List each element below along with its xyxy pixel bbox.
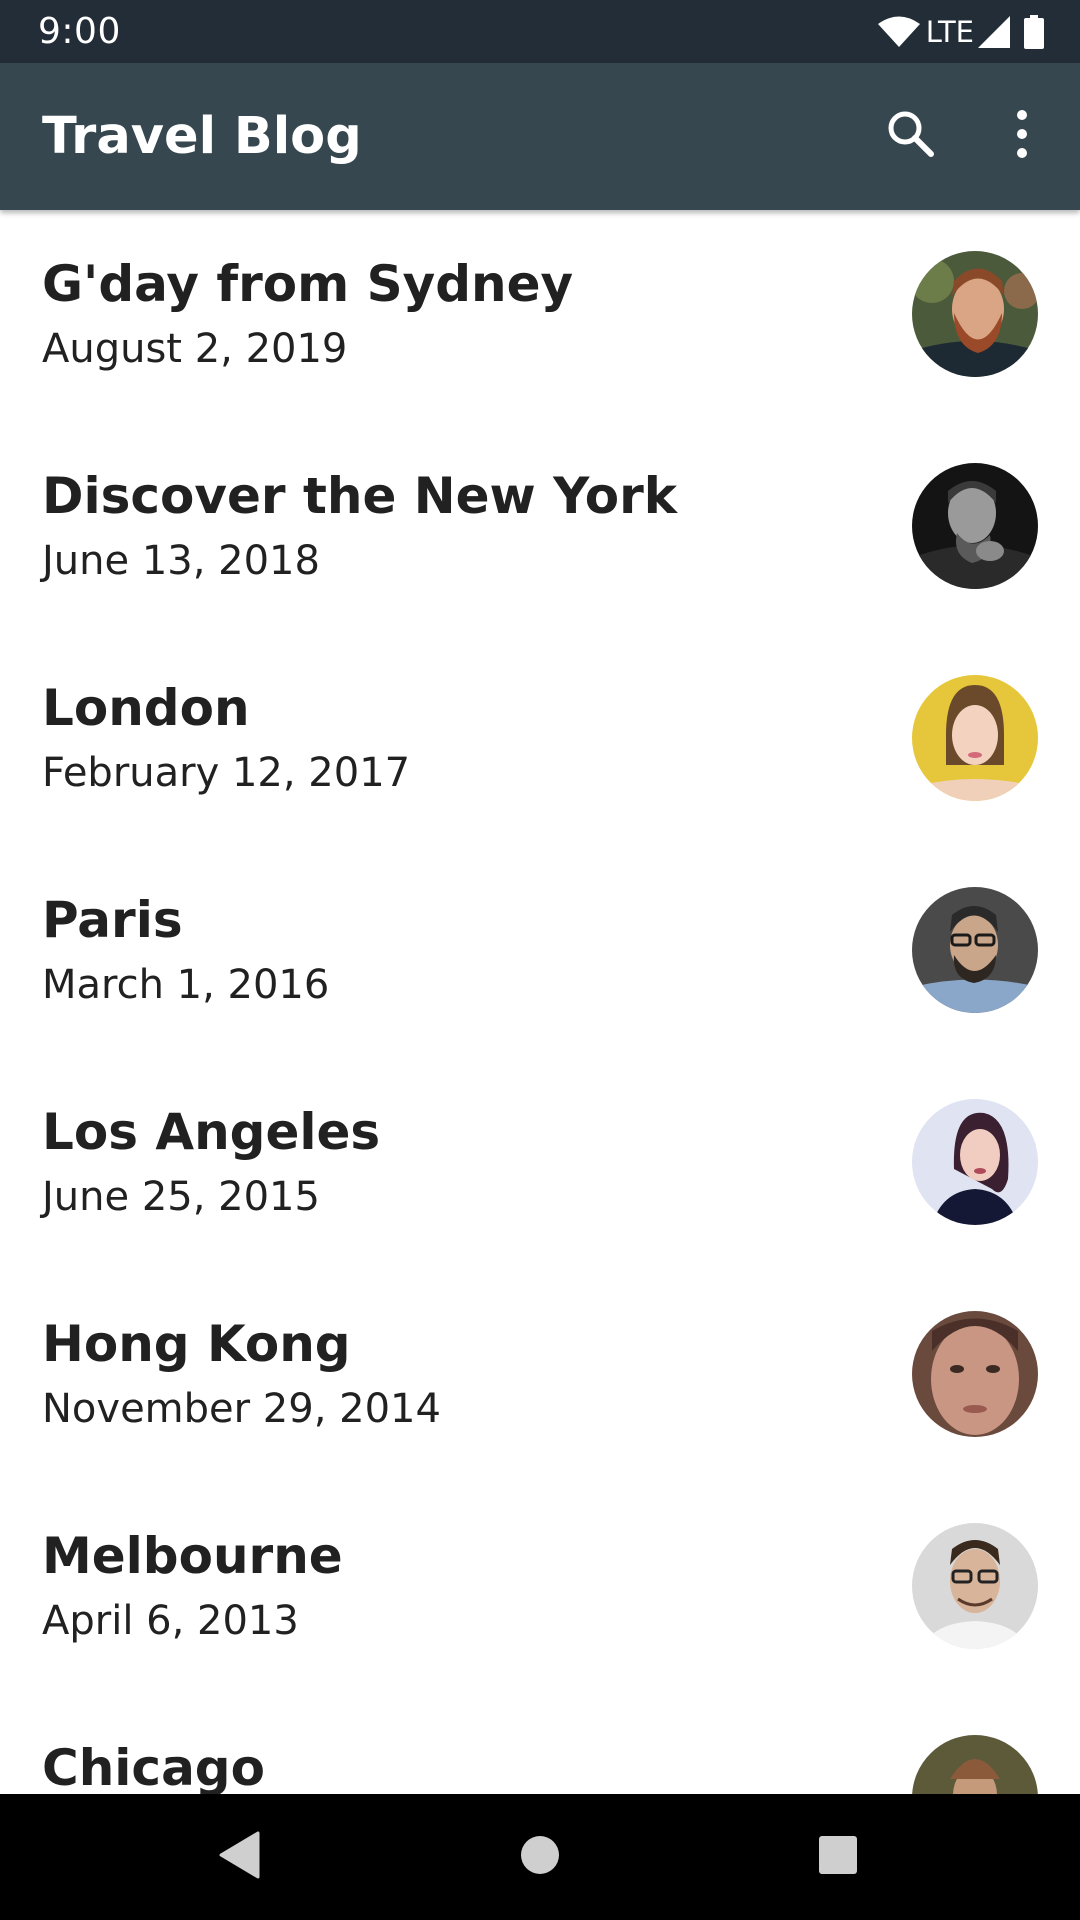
man-glasses-smiling-avatar bbox=[912, 1523, 1038, 1649]
post-date: November 29, 2014 bbox=[42, 1386, 441, 1432]
man-beanie-outdoor-avatar bbox=[912, 1735, 1038, 1794]
man-black-and-white-avatar bbox=[912, 463, 1038, 589]
post-date: February 12, 2017 bbox=[42, 750, 411, 796]
post-title: Paris bbox=[42, 891, 183, 949]
young-man-closeup-avatar bbox=[912, 1311, 1038, 1437]
post-title: Chicago bbox=[42, 1739, 265, 1794]
post-date: April 6, 2013 bbox=[42, 1598, 299, 1644]
cellular-signal-icon bbox=[978, 16, 1010, 48]
list-item[interactable]: Paris March 1, 2016 bbox=[0, 846, 1080, 1058]
man-glasses-beard-avatar bbox=[912, 887, 1038, 1013]
post-date: June 25, 2015 bbox=[42, 1174, 320, 1220]
post-title: London bbox=[42, 679, 250, 737]
post-title: Melbourne bbox=[42, 1527, 343, 1585]
back-button[interactable] bbox=[204, 1822, 274, 1892]
recents-button[interactable] bbox=[803, 1822, 873, 1892]
status-bar: 9:00 LTE bbox=[0, 0, 1080, 63]
list-item[interactable]: London February 12, 2017 bbox=[0, 634, 1080, 846]
page-title: Travel Blog bbox=[42, 107, 362, 166]
post-title: Los Angeles bbox=[42, 1103, 381, 1161]
list-item[interactable]: Chicago bbox=[0, 1694, 1080, 1794]
post-title: Hong Kong bbox=[42, 1315, 351, 1373]
wifi-icon bbox=[877, 16, 920, 48]
status-time: 9:00 bbox=[38, 11, 121, 52]
status-icons: LTE bbox=[877, 12, 1044, 52]
list-item[interactable]: Melbourne April 6, 2013 bbox=[0, 1482, 1080, 1694]
search-icon bbox=[885, 108, 937, 165]
app-bar: Travel Blog bbox=[0, 63, 1080, 210]
list-item[interactable]: Hong Kong November 29, 2014 bbox=[0, 1270, 1080, 1482]
list-item[interactable]: Discover the New York June 13, 2018 bbox=[0, 422, 1080, 634]
more-options-button[interactable] bbox=[986, 100, 1058, 172]
battery-icon bbox=[1024, 15, 1044, 49]
post-list[interactable]: G'day from Sydney August 2, 2019 Discove… bbox=[0, 210, 1080, 1794]
post-title: Discover the New York bbox=[42, 467, 678, 525]
search-button[interactable] bbox=[875, 100, 947, 172]
post-date: March 1, 2016 bbox=[42, 962, 330, 1008]
list-item[interactable]: G'day from Sydney August 2, 2019 bbox=[0, 210, 1080, 422]
recents-icon bbox=[818, 1835, 858, 1880]
woman-yellow-background-avatar bbox=[912, 675, 1038, 801]
post-title: G'day from Sydney bbox=[42, 255, 574, 313]
post-date: June 13, 2018 bbox=[42, 538, 320, 584]
list-item[interactable]: Los Angeles June 25, 2015 bbox=[0, 1058, 1080, 1270]
network-type-label: LTE bbox=[925, 15, 974, 49]
home-icon bbox=[520, 1835, 560, 1880]
back-icon bbox=[218, 1831, 260, 1884]
bearded-man-red-hair-avatar bbox=[912, 251, 1038, 377]
home-button[interactable] bbox=[505, 1822, 575, 1892]
navigation-bar bbox=[0, 1794, 1080, 1920]
more-vert-icon bbox=[1014, 109, 1030, 164]
woman-dark-hair-avatar bbox=[912, 1099, 1038, 1225]
post-date: August 2, 2019 bbox=[42, 326, 348, 372]
